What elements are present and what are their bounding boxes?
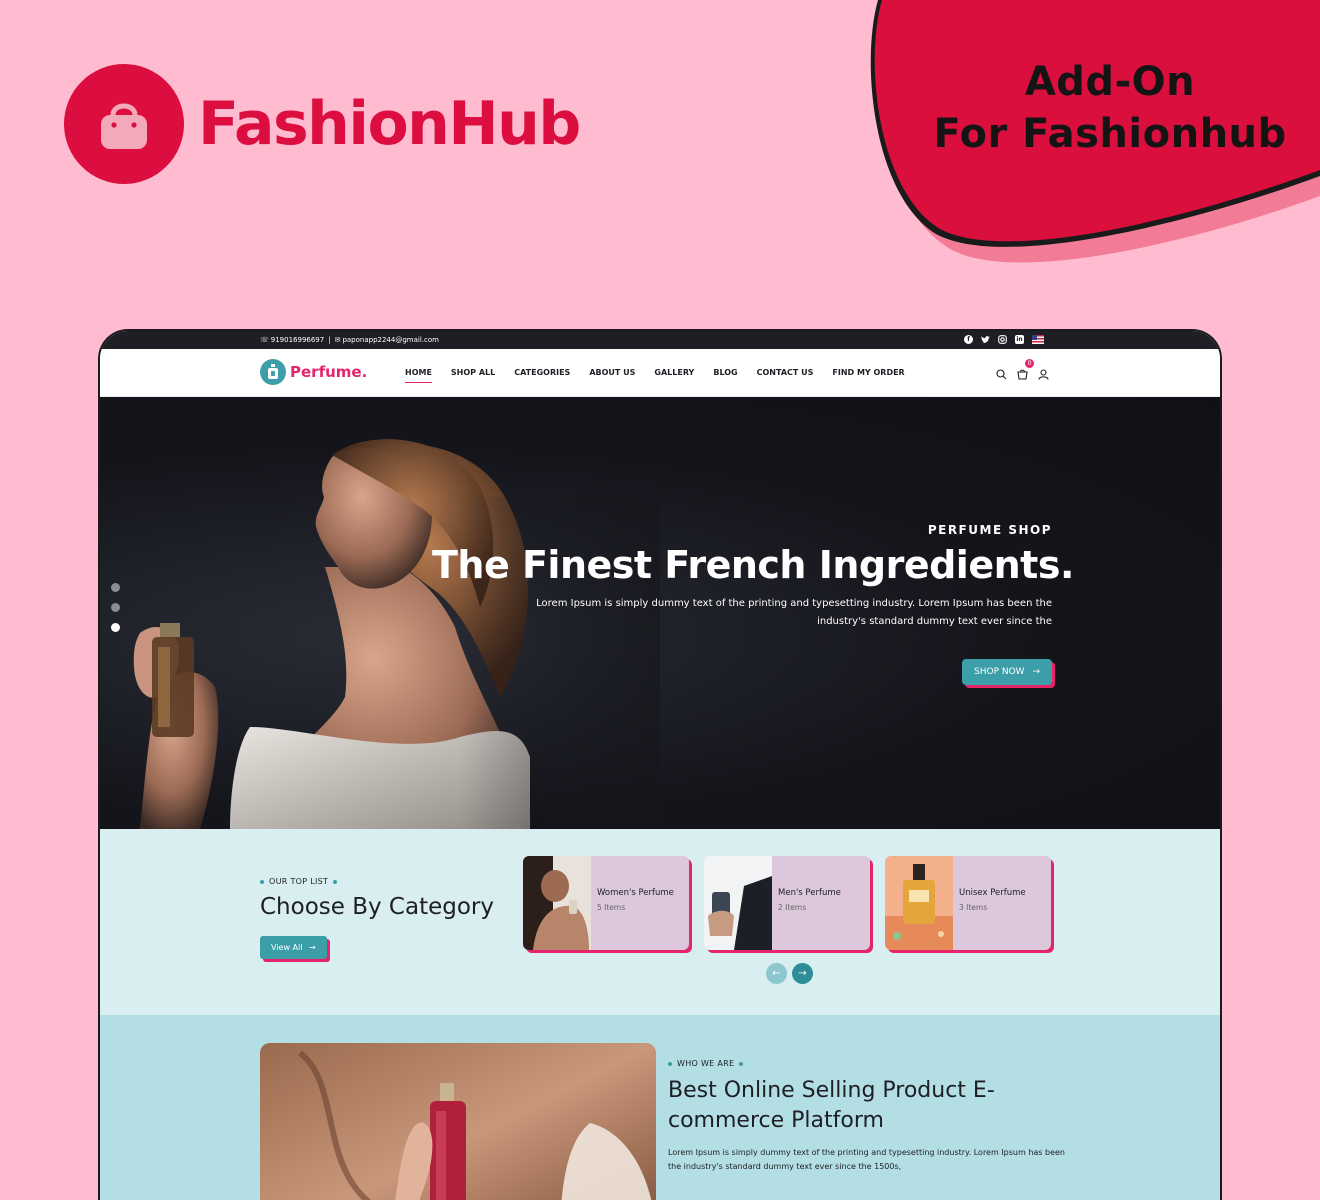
slider-dot-2[interactable] — [111, 603, 120, 612]
site-logo[interactable]: Perfume. — [260, 359, 367, 385]
about-text: Lorem Ipsum is simply dummy text of the … — [668, 1148, 1065, 1171]
category-card-unisex[interactable]: Unisex Perfume 3 Items — [885, 856, 1051, 950]
category-title: Choose By Category — [260, 894, 494, 920]
nav-about-us[interactable]: ABOUT US — [589, 368, 635, 377]
nav-home[interactable]: HOME — [405, 368, 432, 383]
category-name: Men's Perfume — [778, 888, 841, 898]
nav-contact-us[interactable]: CONTACT US — [757, 368, 814, 377]
brand-name: FashionHub — [198, 89, 581, 159]
fashionhub-brand: FashionHub — [64, 64, 581, 184]
category-eyebrow-label: OUR TOP LIST — [269, 877, 329, 886]
bullet-icon — [739, 1061, 744, 1066]
carousel-controls: ← → — [766, 963, 813, 984]
hero-title: The Finest French Ingredients. — [432, 543, 1074, 587]
shop-now-button[interactable]: SHOP NOW → — [962, 659, 1052, 685]
category-card-body: Unisex Perfume 3 Items — [953, 856, 1026, 950]
nav-blog[interactable]: BLOG — [713, 368, 737, 377]
category-count: 5 Items — [597, 903, 626, 912]
shopping-bag-logo — [64, 64, 184, 184]
linkedin-icon[interactable]: in — [1015, 335, 1024, 344]
mail-icon: ✉ — [334, 336, 341, 344]
facebook-icon[interactable]: f — [964, 335, 973, 344]
social-links: f in — [964, 335, 1044, 344]
header-actions: 0 — [996, 359, 1049, 384]
perfume-bottle-icon — [260, 359, 286, 385]
main-navbar: Perfume. HOME SHOP ALL CATEGORIES ABOUT … — [100, 349, 1220, 397]
slider-dots — [111, 583, 120, 632]
arrow-left-icon: ← — [772, 968, 781, 979]
primary-nav: HOME SHOP ALL CATEGORIES ABOUT US GALLER… — [405, 368, 924, 383]
bullet-icon — [668, 1061, 672, 1066]
category-heading-block: OUR TOP LIST Choose By Category View All… — [260, 877, 494, 959]
nav-shop-all[interactable]: SHOP ALL — [451, 368, 495, 377]
arrow-right-icon: → — [798, 968, 807, 979]
phone-icon: ☏ — [260, 336, 269, 344]
cart-icon — [1017, 369, 1028, 380]
about-content: WHO WE ARE Best Online Selling Product E… — [668, 1059, 1068, 1174]
twitter-icon[interactable] — [981, 335, 990, 344]
about-title: Best Online Selling Product E-commerce P… — [668, 1078, 995, 1133]
nav-gallery[interactable]: GALLERY — [654, 368, 694, 377]
category-count: 2 Items — [778, 903, 807, 912]
user-icon[interactable] — [1038, 369, 1049, 380]
hero-eyebrow: PERFUME SHOP — [927, 523, 1052, 537]
cart-button[interactable]: 0 — [1017, 359, 1034, 384]
about-eyebrow-label: WHO WE ARE — [677, 1059, 735, 1068]
category-eyebrow: OUR TOP LIST — [260, 877, 494, 886]
about-section: WHO WE ARE Best Online Selling Product E… — [100, 1015, 1220, 1200]
about-eyebrow: WHO WE ARE — [668, 1059, 1068, 1068]
carousel-next-button[interactable]: → — [792, 963, 813, 984]
us-flag-icon[interactable] — [1032, 335, 1044, 344]
category-name: Women's Perfume — [597, 888, 674, 898]
category-card-men[interactable]: Men's Perfume 2 Items — [704, 856, 870, 950]
phone-number[interactable]: 919016996697 — [271, 336, 324, 344]
category-count: 3 Items — [959, 903, 988, 912]
hero-slider: PERFUME SHOP The Finest French Ingredien… — [100, 397, 1220, 829]
category-card-body: Men's Perfume 2 Items — [772, 856, 841, 950]
nav-find-my-order[interactable]: FIND MY ORDER — [832, 368, 904, 377]
addon-line-2: For Fashionhub — [933, 111, 1287, 157]
unisex-perfume-image — [885, 856, 953, 950]
slider-dot-1[interactable] — [111, 583, 120, 592]
view-all-label: View All — [271, 943, 303, 952]
arrow-right-icon: → — [1032, 667, 1040, 677]
carousel-prev-button[interactable]: ← — [766, 963, 787, 984]
about-image — [260, 1043, 656, 1200]
men-perfume-image — [704, 856, 772, 950]
women-perfume-image — [523, 856, 591, 950]
shopping-bag-icon — [101, 103, 147, 149]
view-all-button[interactable]: View All → — [260, 936, 327, 959]
category-name: Unisex Perfume — [959, 888, 1026, 898]
divider: | — [328, 336, 331, 344]
addon-line-1: Add-On — [1024, 59, 1196, 105]
logo-text: Perfume. — [290, 363, 368, 381]
category-card-body: Women's Perfume 5 Items — [591, 856, 674, 950]
arrow-right-icon: → — [309, 943, 316, 952]
hero-content: PERFUME SHOP The Finest French Ingredien… — [432, 523, 1074, 685]
bullet-icon — [333, 879, 338, 884]
contact-topbar: ☏ 919016996697 | ✉ paponapp2244@gmail.co… — [100, 331, 1220, 349]
category-card-women[interactable]: Women's Perfume 5 Items — [523, 856, 689, 950]
cart-count-badge: 0 — [1025, 359, 1034, 368]
email-address[interactable]: paponapp2244@gmail.com — [342, 336, 439, 344]
instagram-icon[interactable] — [998, 335, 1007, 344]
category-section: OUR TOP LIST Choose By Category View All… — [100, 829, 1220, 1015]
search-icon[interactable] — [996, 369, 1007, 380]
website-preview-frame: ☏ 919016996697 | ✉ paponapp2244@gmail.co… — [98, 329, 1222, 1200]
bullet-icon — [260, 879, 264, 884]
shop-now-label: SHOP NOW — [974, 667, 1025, 677]
hero-subtitle: Lorem Ipsum is simply dummy text of the … — [536, 598, 1052, 627]
slider-dot-3[interactable] — [111, 623, 120, 632]
nav-categories[interactable]: CATEGORIES — [514, 368, 570, 377]
addon-badge: Add-On For Fashionhub — [930, 56, 1290, 160]
perfume-hand-image — [260, 1043, 656, 1200]
